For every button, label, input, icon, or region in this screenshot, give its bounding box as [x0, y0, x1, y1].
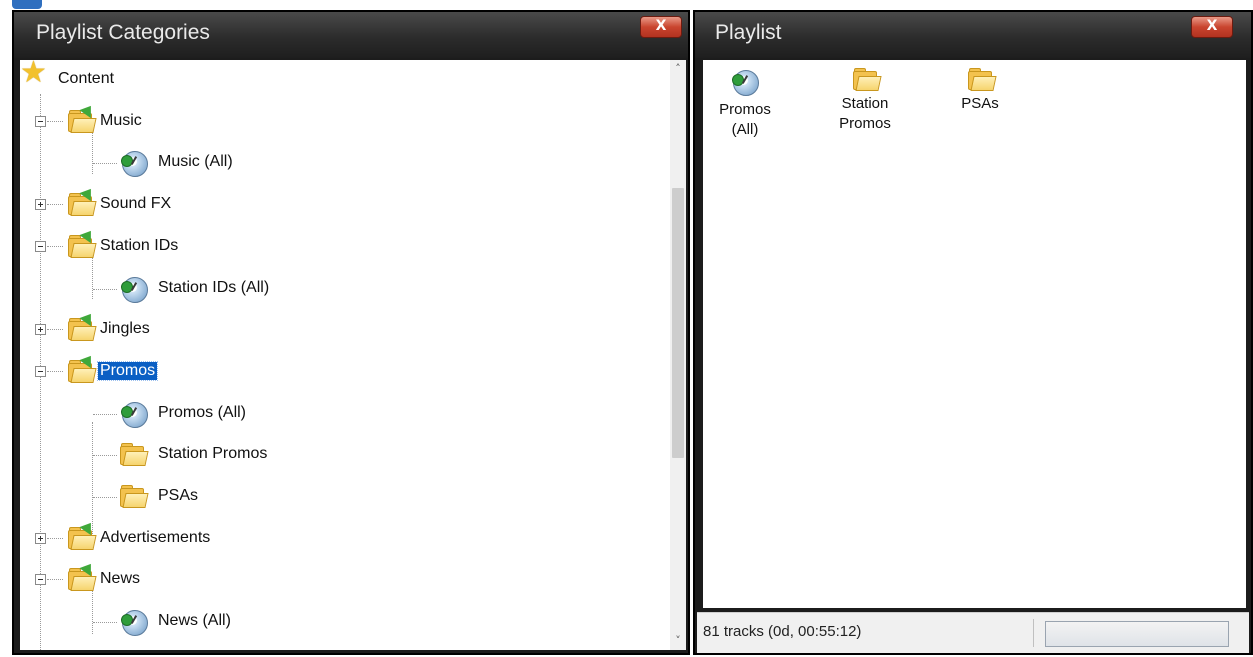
- tree-item-label: Station IDs (All): [158, 279, 270, 296]
- scrollbar-thumb[interactable]: [672, 188, 684, 458]
- tree-item[interactable]: Sound FX: [20, 184, 660, 219]
- scroll-up-icon[interactable]: ˄: [670, 60, 686, 78]
- star-icon: ★: [20, 60, 47, 90]
- playlist-titlebar[interactable]: Playlist X: [695, 12, 1251, 58]
- playlist-categories-title: Playlist Categories: [36, 21, 210, 44]
- playlist-icon: [120, 608, 148, 636]
- tree-item[interactable]: PSAs: [20, 481, 660, 511]
- tree-connector: [47, 371, 63, 372]
- tree-item[interactable]: ★ Content: [20, 60, 660, 94]
- tree-connector: [47, 246, 63, 247]
- tree-item-label: Station Promos: [158, 445, 268, 462]
- playlist-item-label: Promos (All): [719, 101, 771, 138]
- tree-connector: [47, 121, 63, 122]
- playlist-icon: [120, 400, 148, 428]
- tree-item[interactable]: Station Promos: [20, 439, 660, 469]
- tree-item[interactable]: Jingles: [20, 309, 660, 344]
- tree-item-label: News (All): [158, 612, 231, 629]
- tree-item-label: Content: [58, 70, 115, 87]
- tree-item-label: Station IDs: [100, 237, 179, 254]
- tree-connector: [93, 289, 117, 290]
- tree-connector: [93, 414, 117, 415]
- status-separator: [1033, 619, 1034, 647]
- tree-item-label: Music (All): [158, 153, 233, 170]
- playlist-item-label: Station Promos: [839, 95, 891, 132]
- tree-connector: [47, 204, 63, 205]
- collapse-icon[interactable]: [35, 116, 46, 127]
- expand-icon[interactable]: [35, 324, 46, 335]
- playlist-item[interactable]: Station Promos: [825, 60, 905, 134]
- tree-item[interactable]: Station IDs: [20, 226, 660, 261]
- tree-item-label: Jingles: [100, 320, 150, 337]
- close-playlist-button[interactable]: X: [1191, 16, 1233, 38]
- tree-item[interactable]: Music (All): [20, 147, 660, 177]
- tree-item-label: Sound FX: [100, 195, 172, 212]
- playlist-item-label: PSAs: [961, 95, 999, 112]
- tree-item[interactable]: News (All): [20, 606, 660, 636]
- tree-item-label: PSAs: [158, 487, 199, 504]
- expand-icon[interactable]: [35, 533, 46, 544]
- tree-connector: [93, 163, 117, 164]
- playlist-icon: [120, 149, 148, 177]
- progress-bar: [1045, 621, 1229, 647]
- folder-icon: [66, 559, 97, 591]
- playlist-item[interactable]: PSAs: [940, 60, 1020, 114]
- top-strip: [0, 0, 1253, 10]
- tree-connector: [47, 329, 63, 330]
- tree-item[interactable]: News: [20, 559, 660, 594]
- window-accent: [12, 0, 42, 9]
- tree-connector: [93, 622, 117, 623]
- close-categories-button[interactable]: X: [640, 16, 682, 38]
- folder-icon: [66, 351, 97, 383]
- folder-icon: [118, 443, 149, 466]
- playlist-icon: [120, 275, 148, 303]
- folder-icon: [851, 68, 882, 91]
- playlist-items-view: Promos (All) Station Promos PSAs: [703, 60, 1246, 608]
- playlist-icon: [731, 68, 759, 96]
- playlist-item[interactable]: Promos (All): [705, 60, 785, 140]
- collapse-icon[interactable]: [35, 241, 46, 252]
- expand-icon[interactable]: [35, 199, 46, 210]
- tree-item[interactable]: Station IDs (All): [20, 273, 660, 303]
- tree-connector: [47, 579, 63, 580]
- folder-icon: [66, 226, 97, 258]
- collapse-icon[interactable]: [35, 574, 46, 585]
- folder-icon: [66, 309, 97, 341]
- playlist-title: Playlist: [715, 21, 782, 44]
- tree-item-label: Music: [100, 112, 142, 129]
- playlist-categories-titlebar[interactable]: Playlist Categories X: [14, 12, 688, 58]
- category-tree: ★ Content Music Music (All) Sound FX Station …: [20, 60, 670, 650]
- tree-item[interactable]: Promos (All): [20, 398, 660, 428]
- tree-item-label: Promos: [96, 361, 159, 381]
- tree-item[interactable]: Advertisements: [20, 518, 660, 553]
- tree-item-label: Promos (All): [158, 404, 247, 421]
- tree-item-label: Advertisements: [100, 529, 211, 546]
- track-count-status: 81 tracks (0d, 00:55:12): [703, 623, 862, 640]
- tree-connector: [47, 538, 63, 539]
- tree-item[interactable]: Music: [20, 101, 660, 136]
- folder-icon: [66, 101, 97, 133]
- folder-icon: [966, 68, 997, 91]
- scroll-down-icon[interactable]: ˅: [670, 632, 686, 650]
- playlist-panel: Playlist X Promos (All) Station Promos P…: [693, 10, 1253, 655]
- status-bar: 81 tracks (0d, 00:55:12): [697, 612, 1249, 653]
- tree-scrollbar[interactable]: ˄ ˅: [670, 60, 686, 650]
- folder-icon: [66, 184, 97, 216]
- tree-item-label: News: [100, 570, 141, 587]
- folder-icon: [66, 518, 97, 550]
- tree-item[interactable]: Promos: [20, 351, 660, 386]
- collapse-icon[interactable]: [35, 366, 46, 377]
- tree-connector: [93, 455, 117, 456]
- playlist-categories-panel: Playlist Categories X ★ Content Music Music…: [12, 10, 690, 655]
- tree-connector: [93, 497, 117, 498]
- folder-icon: [118, 485, 149, 508]
